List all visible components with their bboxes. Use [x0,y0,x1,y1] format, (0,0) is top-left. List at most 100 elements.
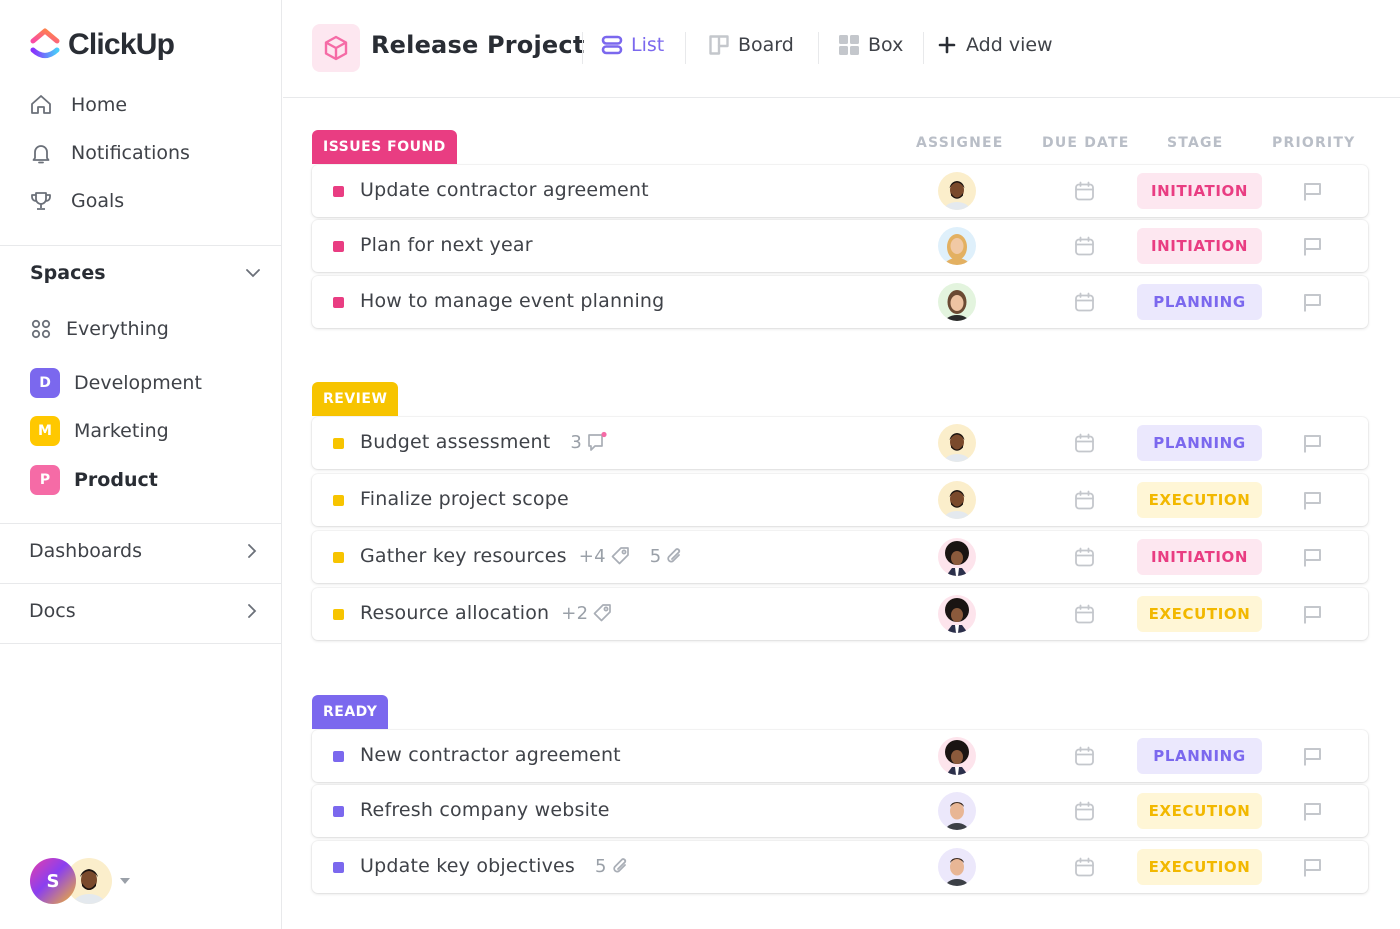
stage-badge[interactable]: INITIATION [1137,173,1262,209]
add-view-button[interactable]: Add view [938,34,1053,56]
stage-badge[interactable]: EXECUTION [1137,482,1262,518]
task-name[interactable]: Plan for next year [360,234,533,256]
stage-badge[interactable]: PLANNING [1137,425,1262,461]
task-row[interactable]: New contractor agreement PLANNING [312,730,1368,782]
task-name[interactable]: Update contractor agreement [360,179,649,201]
due-date-picker[interactable] [1074,547,1095,572]
assignee-avatar[interactable] [938,538,976,576]
assignee-avatar[interactable] [938,737,976,775]
status-dot[interactable] [333,297,344,308]
comment-count[interactable]: 3 [570,431,608,453]
stage-badge[interactable]: EXECUTION [1137,596,1262,632]
due-date-picker[interactable] [1074,433,1095,458]
nav-notifications[interactable]: Notifications [29,141,190,165]
column-header-priority[interactable]: PRIORITY [1272,135,1355,151]
priority-flag[interactable] [1302,181,1323,206]
priority-flag[interactable] [1302,547,1323,572]
assignee-avatar[interactable] [938,172,976,210]
tab-board[interactable]: Board [708,34,794,56]
clickup-logo[interactable]: ClickUp [30,28,175,62]
status-dot[interactable] [333,241,344,252]
priority-flag[interactable] [1302,490,1323,515]
assignee-avatar[interactable] [938,424,976,462]
task-row[interactable]: Resource allocation +2 EXECUTION [312,588,1368,640]
priority-flag[interactable] [1302,857,1323,882]
priority-flag[interactable] [1302,746,1323,771]
chevron-down-icon[interactable] [244,264,262,282]
assignee-avatar[interactable] [938,792,976,830]
assignee-avatar[interactable] [938,595,976,633]
task-name[interactable]: Gather key resources +4 5 [360,545,683,567]
stage-badge[interactable]: INITIATION [1137,228,1262,264]
attachment-count[interactable]: 5 [650,546,684,567]
stage-badge[interactable]: EXECUTION [1137,849,1262,885]
stage-badge[interactable]: EXECUTION [1137,793,1262,829]
task-row[interactable]: Finalize project scope EXECUTION [312,474,1368,526]
priority-flag[interactable] [1302,292,1323,317]
status-dot[interactable] [333,495,344,506]
assignee-avatar[interactable] [938,227,976,265]
sidebar-dashboards[interactable]: Dashboards [29,540,261,562]
task-name[interactable]: Finalize project scope [360,488,569,510]
status-dot[interactable] [333,552,344,563]
due-date-picker[interactable] [1074,746,1095,771]
group-ready[interactable]: READY [312,695,389,729]
sidebar-docs[interactable]: Docs [29,600,261,622]
tab-box[interactable]: Box [838,34,903,56]
group-issues-found[interactable]: ISSUES FOUND [312,130,457,164]
priority-flag[interactable] [1302,236,1323,261]
due-date-picker[interactable] [1074,181,1095,206]
assignee-avatar[interactable] [938,283,976,321]
tag-count[interactable]: +4 [579,546,630,567]
task-row[interactable]: Refresh company website EXECUTION [312,785,1368,837]
nav-home[interactable]: Home [29,93,127,117]
due-date-picker[interactable] [1074,292,1095,317]
tag-count[interactable]: +2 [561,603,612,624]
status-dot[interactable] [333,751,344,762]
task-name[interactable]: Refresh company website [360,799,610,821]
stage-badge[interactable]: INITIATION [1137,539,1262,575]
due-date-picker[interactable] [1074,490,1095,515]
stage-badge[interactable]: PLANNING [1137,738,1262,774]
priority-flag[interactable] [1302,604,1323,629]
task-name[interactable]: Budget assessment 3 [360,431,608,453]
stage-badge[interactable]: PLANNING [1137,284,1262,320]
space-development[interactable]: D Development [30,368,202,398]
task-row[interactable]: Update key objectives 5 EXECUTION [312,841,1368,893]
user-menu[interactable]: S [30,858,130,904]
task-row[interactable]: How to manage event planning PLANNING [312,276,1368,328]
spaces-header[interactable]: Spaces [30,262,262,284]
attachment-count[interactable]: 5 [595,856,629,877]
space-marketing[interactable]: M Marketing [30,416,169,446]
task-row[interactable]: Budget assessment 3 PLANNING [312,417,1368,469]
nav-goals[interactable]: Goals [29,189,124,213]
priority-flag[interactable] [1302,801,1323,826]
column-header-due-date[interactable]: DUE DATE [1042,135,1130,151]
task-name[interactable]: How to manage event planning [360,290,664,312]
due-date-picker[interactable] [1074,236,1095,261]
status-dot[interactable] [333,806,344,817]
column-header-assignee[interactable]: ASSIGNEE [916,135,1004,151]
due-date-picker[interactable] [1074,604,1095,629]
task-row[interactable]: Gather key resources +4 5 INITIATION [312,531,1368,583]
priority-flag[interactable] [1302,433,1323,458]
task-name[interactable]: Update key objectives 5 [360,855,629,877]
status-dot[interactable] [333,186,344,197]
due-date-picker[interactable] [1074,801,1095,826]
task-name[interactable]: New contractor agreement [360,744,621,766]
flag-icon [1304,803,1321,821]
tab-list[interactable]: List [601,34,664,56]
status-dot[interactable] [333,438,344,449]
assignee-avatar[interactable] [938,848,976,886]
status-dot[interactable] [333,609,344,620]
task-row[interactable]: Plan for next year INITIATION [312,220,1368,272]
column-header-stage[interactable]: STAGE [1167,135,1223,151]
task-row[interactable]: Update contractor agreement INITIATION [312,165,1368,217]
due-date-picker[interactable] [1074,857,1095,882]
assignee-avatar[interactable] [938,481,976,519]
space-product[interactable]: P Product [30,465,158,495]
group-review[interactable]: REVIEW [312,382,399,416]
status-dot[interactable] [333,862,344,873]
task-name[interactable]: Resource allocation +2 [360,602,612,624]
space-everything[interactable]: Everything [30,318,169,340]
